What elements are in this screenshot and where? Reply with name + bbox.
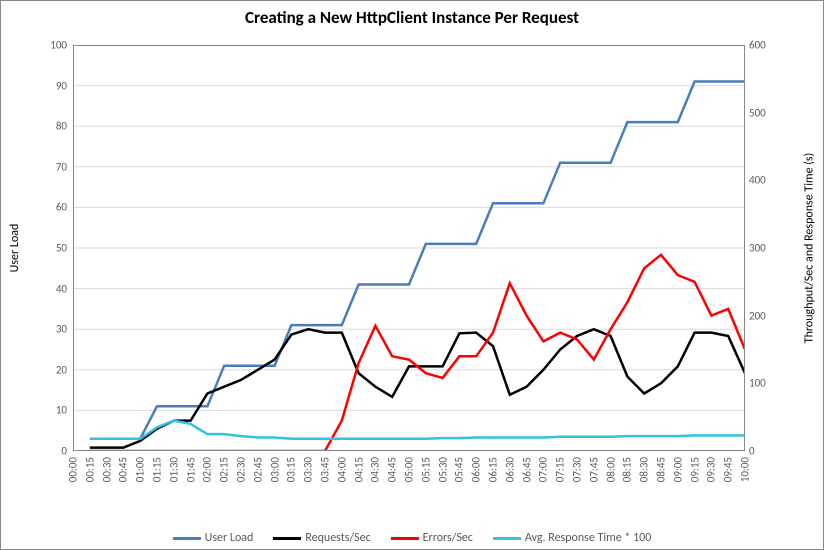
x-tick-label: 08:15 [621,457,634,482]
y1-tick-label: 90 [56,79,67,92]
y2-tick-label: 500 [749,106,766,119]
y2-tick-label: 300 [749,242,766,255]
x-tick-label: 07:45 [587,457,600,482]
y1-tick-label: 80 [56,120,67,133]
chart-container: Creating a New HttpClient Instance Per R… [0,0,824,550]
x-tick-label: 10:00 [739,457,752,482]
y1-tick-label: 0 [61,445,67,458]
x-tick-label: 06:30 [503,457,516,482]
x-tick-label: 08:00 [604,457,617,482]
x-ticks: 00:0000:1500:3000:4501:0001:1501:3001:45… [73,451,745,517]
x-tick-label: 06:15 [487,457,500,482]
x-tick-label: 08:30 [638,457,651,482]
legend-label: User Load [205,531,254,545]
x-tick-label: 05:00 [403,457,416,482]
y1-tick-label: 30 [56,323,67,336]
x-tick-label: 06:00 [470,457,483,482]
x-tick-label: 02:15 [218,457,231,482]
x-tick-label: 02:30 [235,457,248,482]
x-tick-label: 07:00 [537,457,550,482]
x-tick-label: 05:45 [453,457,466,482]
x-tick-label: 09:00 [671,457,684,482]
x-tick-label: 03:30 [302,457,315,482]
x-tick-label: 01:15 [151,457,164,482]
legend: User Load Requests/Sec Errors/Sec Avg. Resp… [1,531,823,545]
x-tick-label: 05:15 [419,457,432,482]
plot-border [73,45,745,451]
legend-label: Errors/Sec [423,531,473,545]
y1-axis-label: User Load [8,224,22,273]
legend-item: Avg. Response Time * 100 [493,531,651,545]
y1-tick-label: 100 [50,39,67,52]
y2-tick-label: 200 [749,309,766,322]
x-tick-label: 08:45 [655,457,668,482]
legend-swatch [173,537,201,540]
x-tick-label: 06:45 [520,457,533,482]
x-tick-label: 04:00 [335,457,348,482]
x-tick-label: 09:15 [688,457,701,482]
x-tick-label: 00:15 [83,457,96,482]
x-tick-label: 04:45 [386,457,399,482]
x-tick-label: 01:45 [184,457,197,482]
y2-tick-label: 0 [749,445,755,458]
legend-item: User Load [173,531,254,545]
legend-item: Requests/Sec [273,531,370,545]
y1-tick-label: 70 [56,160,67,173]
x-tick-label: 03:00 [268,457,281,482]
y2-tick-label: 100 [749,377,766,390]
legend-item: Errors/Sec [391,531,473,545]
legend-swatch [493,537,521,540]
x-tick-label: 01:30 [167,457,180,482]
x-tick-label: 04:30 [369,457,382,482]
x-tick-label: 03:45 [319,457,332,482]
y1-tick-label: 20 [56,363,67,376]
y1-tick-label: 10 [56,404,67,417]
x-tick-label: 02:00 [201,457,214,482]
y1-tick-label: 50 [56,242,67,255]
x-tick-label: 09:30 [705,457,718,482]
y2-tick-label: 600 [749,39,766,52]
y1-tick-label: 40 [56,282,67,295]
x-tick-label: 03:15 [285,457,298,482]
x-tick-label: 07:30 [571,457,584,482]
x-tick-label: 09:45 [722,457,735,482]
x-tick-label: 01:00 [134,457,147,482]
chart-title: Creating a New HttpClient Instance Per R… [1,1,823,37]
x-tick-label: 02:45 [251,457,264,482]
legend-swatch [391,537,419,540]
plot-area [73,45,745,451]
y1-tick-label: 60 [56,201,67,214]
x-tick-label: 05:30 [436,457,449,482]
x-tick-label: 00:45 [117,457,130,482]
y2-axis-label: Throughput/Sec and Response Time (s) [802,153,816,343]
x-tick-label: 00:00 [67,457,80,482]
legend-label: Avg. Response Time * 100 [525,531,651,545]
x-tick-label: 04:15 [352,457,365,482]
legend-label: Requests/Sec [305,531,370,545]
y2-tick-label: 400 [749,174,766,187]
x-tick-label: 07:15 [554,457,567,482]
x-tick-label: 00:30 [100,457,113,482]
legend-swatch [273,537,301,540]
